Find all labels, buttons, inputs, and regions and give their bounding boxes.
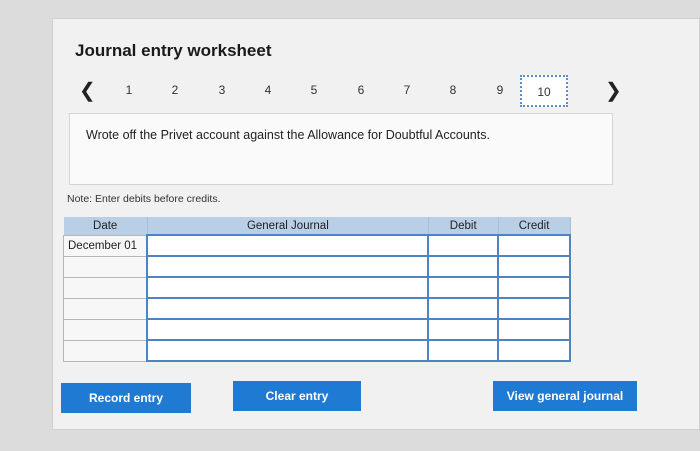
page-2[interactable]: 2 bbox=[165, 83, 185, 97]
credit-input[interactable] bbox=[497, 276, 571, 299]
table-row: December 01 bbox=[63, 234, 571, 257]
debit-input[interactable] bbox=[427, 339, 500, 362]
page-3[interactable]: 3 bbox=[212, 83, 232, 97]
table-row bbox=[63, 255, 571, 278]
worksheet-title: Journal entry worksheet bbox=[75, 41, 272, 60]
date-cell[interactable] bbox=[63, 339, 148, 362]
transaction-description: Wrote off the Privet account against the… bbox=[69, 113, 613, 185]
date-header: Date bbox=[63, 217, 148, 235]
debit-input[interactable] bbox=[427, 318, 500, 341]
page-5[interactable]: 5 bbox=[304, 83, 324, 97]
date-cell[interactable] bbox=[63, 318, 148, 341]
debit-header: Debit bbox=[428, 217, 499, 235]
page-7[interactable]: 7 bbox=[397, 83, 417, 97]
journal-worksheet-card: Journal entry worksheet ❮ 1 2 3 4 5 6 7 … bbox=[52, 18, 700, 430]
debit-input[interactable] bbox=[427, 297, 500, 320]
debit-input[interactable] bbox=[427, 234, 500, 257]
journal-table: Date General Journal Debit Credit Decemb… bbox=[63, 217, 571, 362]
page-10-active[interactable]: 10 bbox=[520, 75, 568, 107]
credit-input[interactable] bbox=[497, 318, 571, 341]
general-journal-header: General Journal bbox=[147, 217, 429, 235]
account-input[interactable] bbox=[146, 339, 430, 362]
credit-input[interactable] bbox=[497, 234, 571, 257]
page-1[interactable]: 1 bbox=[119, 83, 139, 97]
clear-entry-button[interactable]: Clear entry bbox=[233, 381, 361, 411]
table-row bbox=[63, 339, 571, 362]
record-entry-button[interactable]: Record entry bbox=[61, 383, 191, 413]
credit-input[interactable] bbox=[497, 297, 571, 320]
debit-credit-note: Note: Enter debits before credits. bbox=[67, 193, 221, 205]
credit-input[interactable] bbox=[497, 339, 571, 362]
account-input[interactable] bbox=[146, 255, 430, 278]
account-input[interactable] bbox=[146, 318, 430, 341]
page-4[interactable]: 4 bbox=[258, 83, 278, 97]
date-cell[interactable]: December 01 bbox=[63, 234, 148, 257]
chevron-left-icon[interactable]: ❮ bbox=[79, 78, 96, 103]
page-9[interactable]: 9 bbox=[490, 83, 510, 97]
debit-input[interactable] bbox=[427, 255, 500, 278]
worksheet-pager: ❮ 1 2 3 4 5 6 7 8 9 10 ❯ bbox=[71, 75, 671, 111]
account-input[interactable] bbox=[146, 234, 430, 257]
credit-input[interactable] bbox=[497, 255, 571, 278]
chevron-right-icon[interactable]: ❯ bbox=[605, 78, 622, 103]
credit-header: Credit bbox=[498, 217, 571, 235]
page-6[interactable]: 6 bbox=[351, 83, 371, 97]
date-cell[interactable] bbox=[63, 297, 148, 320]
page-8[interactable]: 8 bbox=[443, 83, 463, 97]
view-general-journal-button[interactable]: View general journal bbox=[493, 381, 637, 411]
account-input[interactable] bbox=[146, 297, 430, 320]
account-input[interactable] bbox=[146, 276, 430, 299]
date-cell[interactable] bbox=[63, 276, 148, 299]
date-cell[interactable] bbox=[63, 255, 148, 278]
table-header-row: Date General Journal Debit Credit bbox=[63, 217, 571, 235]
table-row bbox=[63, 276, 571, 299]
table-row bbox=[63, 297, 571, 320]
table-row bbox=[63, 318, 571, 341]
debit-input[interactable] bbox=[427, 276, 500, 299]
